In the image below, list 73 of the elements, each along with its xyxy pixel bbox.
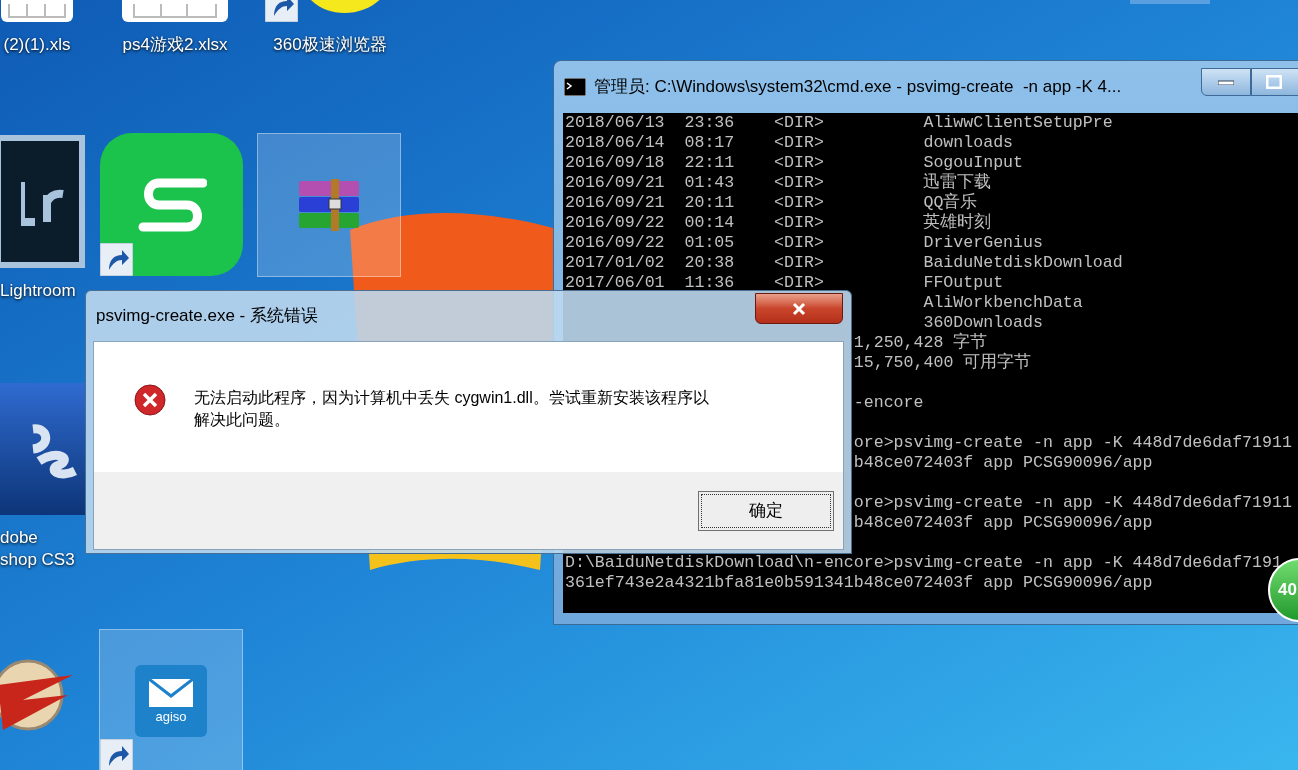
- console-dir-tag: <DIR>: [774, 113, 824, 132]
- icon-label[interactable]: 360极速浏览器: [273, 34, 387, 56]
- error-icon: [134, 384, 166, 416]
- close-button[interactable]: [755, 293, 843, 324]
- lightroom-icon[interactable]: [0, 135, 85, 268]
- console-icon: [564, 78, 586, 96]
- app-icon-text: agiso: [155, 710, 187, 724]
- shortcut-arrow-icon: [100, 739, 133, 770]
- app-icon[interactable]: [100, 133, 243, 276]
- maximize-icon: [1266, 75, 1282, 89]
- console-time: 20:11: [684, 193, 735, 212]
- console-date: 2017/01/02: [565, 253, 665, 272]
- console-date: 2016/09/21: [565, 173, 665, 192]
- icon-label[interactable]: Lightroom: [0, 280, 76, 302]
- console-dir-tag: <DIR>: [774, 253, 824, 272]
- minimize-button[interactable]: [1201, 68, 1251, 96]
- console-time: 20:38: [684, 253, 735, 272]
- console-line: 1,250,428 字节: [853, 333, 988, 352]
- photoshop-icon[interactable]: [0, 383, 85, 515]
- console-folder-name: FFOutput: [923, 273, 1004, 293]
- error-message: 无法启动此程序，因为计算机中丢失 cygwin1.dll。尝试重新安装该程序以解决此问题。: [194, 388, 710, 430]
- speed-ball-text: 40: [1278, 579, 1297, 602]
- console-folder-name: AliwwClientSetupPre: [923, 113, 1113, 133]
- console-line: 361ef743e2a4321bfa81e0b591341b48ce072403f app PCSG90096/app: [565, 573, 1153, 592]
- console-folder-name: 360Downloads: [923, 313, 1043, 332]
- console-dir-tag: <DIR>: [774, 153, 824, 172]
- close-icon: [792, 301, 806, 316]
- console-dir-tag: <DIR>: [774, 233, 824, 252]
- console-folder-name: 迅雷下载: [923, 173, 992, 192]
- console-date: 2016/09/21: [565, 193, 665, 212]
- console-folder-name: SogouInput: [923, 153, 1024, 173]
- console-folder-name: 英雄时刻: [923, 213, 992, 233]
- console-time: 01:43: [684, 173, 735, 192]
- console-dir-tag: <DIR>: [774, 133, 824, 152]
- shortcut-arrow-icon: [100, 243, 133, 276]
- console-time: 01:05: [684, 233, 735, 252]
- console-time: 22:11: [684, 153, 735, 172]
- console-folder-name: QQ音乐: [923, 193, 978, 213]
- console-folder-name: AliWorkbenchData: [923, 293, 1083, 313]
- console-line: 15,750,400 可用字节: [853, 353, 1032, 372]
- console-dir-tag: <DIR>: [774, 273, 824, 292]
- minimize-icon: [1218, 79, 1234, 85]
- console-date: 2016/09/22: [565, 233, 665, 252]
- maximize-button[interactable]: [1251, 68, 1298, 96]
- envelope-icon: [148, 678, 194, 708]
- ok-button[interactable]: 确定: [698, 491, 834, 531]
- console-dir-tag: <DIR>: [774, 213, 824, 232]
- console-line: b48ce072403f app PCSG90096/app: [853, 453, 1153, 472]
- console-time: 08:17: [684, 133, 735, 152]
- console-time: 11:36: [684, 273, 735, 292]
- console-line: ore>psvimg-create -n app -K 448d7de6daf71911: [853, 493, 1292, 512]
- window-title: 管理员: C:\Windows\system32\cmd.exe - psvimg-create -n app -K 4...: [594, 76, 1122, 99]
- console-date: 2018/06/13: [565, 113, 665, 132]
- console-date: 2017/06/01: [565, 273, 665, 292]
- dialog-title: psvimg-create.exe - 系统错误: [96, 305, 318, 328]
- console-dir-tag: <DIR>: [774, 193, 824, 212]
- console-time: 23:36: [684, 113, 735, 132]
- console-line: ore>psvimg-create -n app -K 448d7de6daf71911: [853, 433, 1292, 452]
- console-date: 2018/06/14: [565, 133, 665, 152]
- console-line: b48ce072403f app PCSG90096/app: [853, 513, 1153, 532]
- icon-label[interactable]: shop CS3: [0, 549, 75, 571]
- console-time: 00:14: [684, 213, 735, 232]
- icon-label[interactable]: (2)(1).xls: [3, 34, 71, 56]
- archive-books-icon: [297, 179, 361, 231]
- console-date: 2016/09/18: [565, 153, 665, 172]
- icon-label[interactable]: ps4游戏2.xlsx: [122, 34, 228, 56]
- console-folder-name: downloads: [923, 133, 1014, 153]
- console-folder-name: DriverGenius: [923, 233, 1043, 253]
- console-folder-name: BaiduNetdiskDownload: [923, 253, 1123, 273]
- console-line: -encore: [853, 393, 924, 412]
- icon-label[interactable]: dobe: [0, 527, 38, 549]
- console-dir-tag: <DIR>: [774, 173, 824, 192]
- console-date: 2016/09/22: [565, 213, 665, 232]
